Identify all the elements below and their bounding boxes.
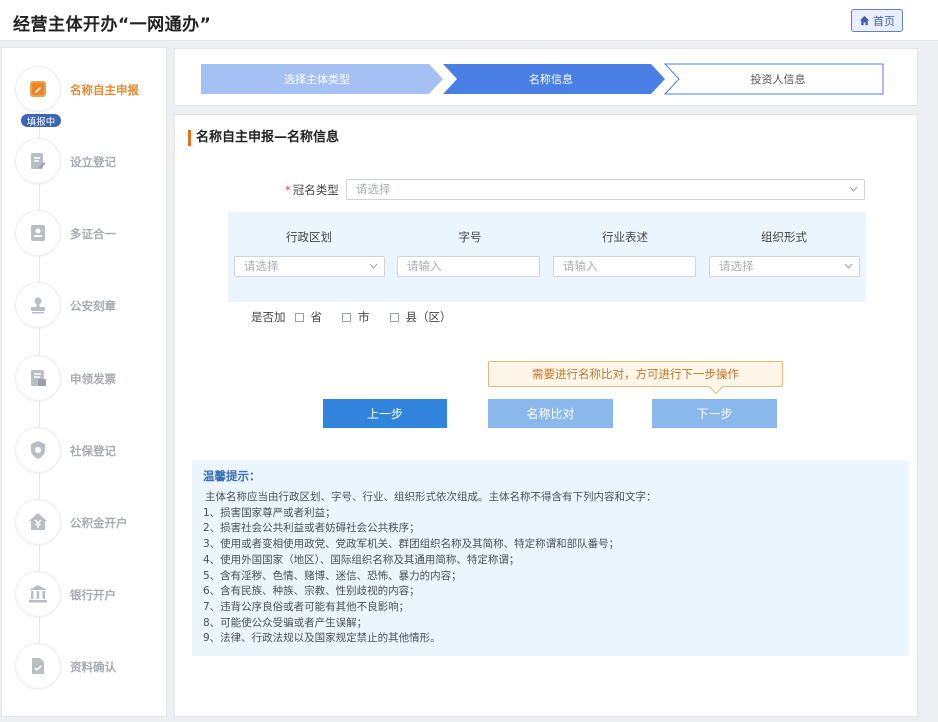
step-progress-bar: 选择主体类型 名称信息 投资人信息 (174, 48, 918, 106)
brand-name-input[interactable]: 请输入 (397, 256, 540, 277)
region-checkbox-row: 是否加 省 市 县（区） (251, 309, 452, 325)
step-1-label: 选择主体类型 (284, 72, 350, 86)
column-header: 行政区划 (286, 230, 332, 244)
admin-division-select[interactable]: 请选择 (234, 256, 385, 277)
chevron-down-icon (844, 263, 853, 269)
column-header: 组织形式 (761, 230, 807, 244)
notice-line: 1、损害国家尊严或者利益； (203, 506, 336, 519)
notice-line: 4、使用外国国家（地区）、国际组织名称及其通用简称、特定称谓； (203, 553, 520, 566)
steps-graphic: 选择主体类型 名称信息 投资人信息 (201, 63, 884, 95)
column-header: 行业表述 (602, 230, 648, 244)
notice-line: 9、法律、行政法规以及国家规定禁止的其他情形。 (203, 632, 441, 645)
sidebar-item-confirm[interactable]: 资料确认 (2, 635, 168, 695)
status-badge: 填报中 (21, 114, 61, 128)
sidebar-item-label: 社保登记 (70, 444, 116, 458)
edit-document-icon (31, 153, 46, 169)
step-3-label: 投资人信息 (751, 72, 806, 86)
sidebar-item-invoice[interactable]: 申领发票 (2, 347, 168, 407)
next-step-button[interactable]: 下一步 (652, 399, 777, 428)
file-check-icon (32, 658, 44, 674)
prev-step-button[interactable]: 上一步 (323, 399, 447, 428)
notice-line: 2、损害社会公共利益或者妨碍社会公共秩序； (203, 522, 420, 535)
industry-input[interactable]: 请输入 (553, 256, 696, 277)
select-placeholder: 请选择 (356, 182, 391, 196)
prefix-type-label: * 冠名类型 (285, 183, 339, 197)
county-checkbox[interactable]: 县（区） (389, 309, 452, 325)
bank-icon (29, 585, 47, 603)
sidebar-item-social-security[interactable]: 社保登记 (2, 419, 168, 479)
sidebar-item-label: 资料确认 (70, 660, 116, 674)
notice-line: 6、含有民族、种族、宗教、性别歧视的内容； (203, 585, 420, 598)
house-fund-icon (29, 513, 47, 530)
checkbox-row-label: 是否加 (251, 310, 286, 324)
home-label: 首页 (873, 14, 895, 28)
sidebar-item-establishment[interactable]: 设立登记 (2, 130, 168, 190)
home-icon (859, 15, 870, 26)
tooltip-arrow (708, 379, 724, 395)
sidebar-item-multi-cert[interactable]: 多证合一 (2, 202, 168, 262)
sidebar-item-label: 名称自主申报 (70, 83, 139, 97)
main-form-panel: 名称自主申报—名称信息 * 冠名类型 请选择 行政区划 字号 行业表述 组织形式 … (174, 114, 918, 717)
chevron-down-icon (849, 186, 858, 192)
notice-box: 温馨提示： 主体名称应当由行政区划、字号、行业、组织形式依次组成。主体名称不得含… (192, 461, 909, 656)
pen-square-icon (30, 81, 46, 97)
required-mark: * (285, 183, 291, 197)
process-sidebar: 名称自主申报 填报中 设立登记 多证合一 公安刻章 申领发票 社保登记 公积金开… (1, 47, 167, 717)
city-checkbox[interactable]: 市 (342, 309, 370, 325)
sidebar-item-police-seal[interactable]: 公安刻章 (2, 274, 168, 334)
notice-line: 5、含有淫秽、色情、赌博、迷信、恐怖、暴力的内容； (203, 569, 462, 582)
name-parts-grid: 行政区划 字号 行业表述 组织形式 请选择 请输入 请输入 请选择 (228, 212, 866, 302)
sidebar-item-label: 申领发票 (70, 372, 116, 386)
notice-title: 温馨提示： (203, 469, 261, 483)
chevron-down-icon (369, 263, 378, 269)
province-checkbox[interactable]: 省 (294, 309, 322, 325)
sidebar-item-label: 公积金开户 (70, 516, 128, 530)
name-compare-button[interactable]: 名称比对 (488, 399, 613, 428)
section-title: 名称自主申报—名称信息 (188, 130, 339, 146)
notice-line: 7、违背公序良俗或者可能有其他不良影响； (203, 600, 410, 613)
top-header: 经营主体开办“一网通办” 首页 (0, 0, 938, 41)
org-form-select[interactable]: 请选择 (709, 256, 860, 277)
seal-stamp-icon (31, 297, 45, 314)
sidebar-item-label: 银行开户 (70, 588, 116, 602)
sidebar-item-housing-fund[interactable]: 公积金开户 (2, 491, 168, 551)
step-2-label: 名称信息 (529, 72, 573, 86)
home-button[interactable]: 首页 (851, 9, 903, 32)
sidebar-item-name-declaration[interactable]: 名称自主申报 (2, 58, 168, 118)
sidebar-item-label: 公安刻章 (70, 299, 116, 313)
app-title: 经营主体开办“一网通办” (13, 15, 212, 35)
column-header: 字号 (458, 230, 482, 244)
id-card-icon (31, 225, 45, 241)
sidebar-item-bank[interactable]: 银行开户 (2, 563, 168, 623)
social-shield-icon (31, 441, 45, 459)
sidebar-item-label: 多证合一 (70, 227, 116, 241)
invoice-icon (31, 370, 46, 386)
notice-line: 8、可能使公众受骗或者产生误解； (203, 616, 368, 629)
prefix-type-select[interactable]: 请选择 (346, 179, 865, 200)
notice-line: 主体名称应当由行政区划、字号、行业、组织形式依次组成。主体名称不得含有下列内容和… (205, 491, 657, 503)
sidebar-item-label: 设立登记 (70, 155, 116, 169)
notice-line: 3、使用或者变相使用政党、党政军机关、群团组织名称及其简称、特定称谓和部队番号； (203, 538, 620, 551)
compare-required-tooltip: 需要进行名称比对，方可进行下一步操作 (488, 361, 783, 395)
